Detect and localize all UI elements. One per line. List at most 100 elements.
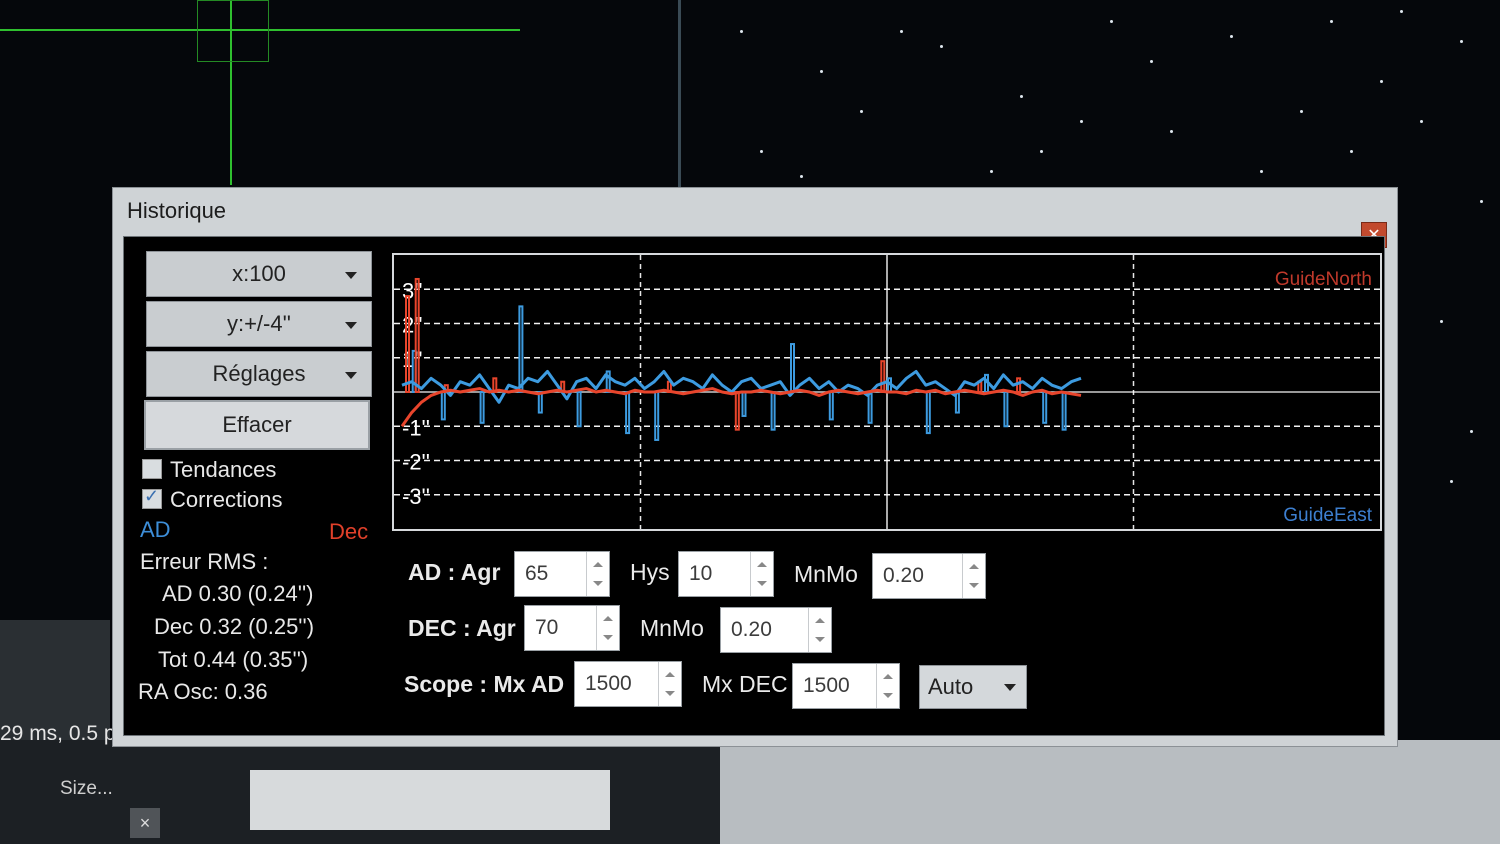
trends-checkbox[interactable]: [142, 459, 162, 479]
dec-guide-mode-select[interactable]: Auto: [919, 665, 1027, 709]
dec-min-move-value: 0.20: [731, 618, 772, 641]
guide-history-graph: 3'' 2'' 1'' -1'' -2'' -3'' GuideNorth GuideEast: [392, 253, 1382, 531]
spinner-arrows-icon[interactable]: [876, 664, 899, 708]
y-tick-label: -3'': [402, 484, 430, 509]
star: [860, 110, 863, 113]
star: [1350, 150, 1353, 153]
y-scale-dropdown[interactable]: y:+/-4'': [146, 301, 372, 347]
dec-correction-bar: [405, 295, 410, 393]
ra-min-move-value: 0.20: [883, 564, 924, 587]
background-size-label: Size...: [60, 778, 113, 799]
background-close-button[interactable]: ×: [130, 808, 160, 838]
max-ra-duration-spinner[interactable]: 1500: [574, 661, 682, 707]
corrections-label: Corrections: [170, 487, 283, 512]
hysteresis-value: 10: [689, 562, 713, 585]
x-scale-dropdown[interactable]: x:100: [146, 251, 372, 297]
max-dec-duration-value: 1500: [803, 674, 850, 697]
ra-correction-bar: [518, 305, 524, 393]
star: [1480, 200, 1483, 203]
chevron-down-icon: [345, 272, 357, 279]
settings-dropdown[interactable]: Réglages: [146, 351, 372, 397]
ra-correction-bar: [440, 391, 446, 421]
ra-correction-bar: [654, 391, 660, 441]
scope-max-ra-label: Scope : Mx AD: [404, 671, 565, 697]
star: [1470, 430, 1473, 433]
ra-correction-bar: [1042, 391, 1048, 424]
dec-guide-mode-value: Auto: [928, 674, 974, 699]
star: [1170, 130, 1173, 133]
legend-dec: Dec: [329, 519, 369, 544]
star: [1150, 60, 1153, 63]
legend-ra: AD: [140, 517, 171, 542]
ra-correction-bar: [1061, 391, 1067, 431]
chevron-down-icon: [345, 372, 357, 379]
star: [990, 170, 993, 173]
trends-label: Tendances: [170, 457, 277, 482]
dec-aggressiveness-label: DEC : Agr: [408, 615, 516, 641]
hysteresis-spinner[interactable]: 10: [678, 551, 774, 597]
spinner-arrows-icon[interactable]: [750, 552, 773, 596]
background-status-text: 29 ms, 0.5 px: [0, 722, 127, 745]
spinner-arrows-icon[interactable]: [658, 662, 681, 706]
x-scale-value: x:100: [232, 261, 286, 286]
star: [1330, 20, 1333, 23]
ra-correction-bar: [828, 391, 834, 421]
star: [740, 30, 743, 33]
background-divider: [678, 0, 681, 195]
star: [1450, 480, 1453, 483]
clear-button[interactable]: Effacer: [144, 400, 370, 450]
star: [1110, 20, 1113, 23]
rms-total: Tot 0.44 (0.35''): [158, 647, 309, 672]
ra-correction-bar: [790, 343, 795, 394]
y-scale-value: y:+/-4'': [226, 311, 292, 336]
dec-correction-bar: [734, 391, 740, 431]
dialog-title: Historique: [127, 198, 227, 223]
ra-correction-bar: [867, 391, 873, 424]
spinner-arrows-icon[interactable]: [808, 608, 831, 652]
dialog-client-area: x:100 y:+/-4'' Réglages Effacer Tendance…: [123, 236, 1385, 736]
max-dec-duration-spinner[interactable]: 1500: [792, 663, 900, 709]
chevron-down-icon: [345, 322, 357, 329]
ra-min-move-label: MnMo: [794, 561, 858, 587]
spinner-arrows-icon[interactable]: [586, 552, 609, 596]
ra-min-move-spinner[interactable]: 0.20: [872, 553, 986, 599]
spinner-arrows-icon[interactable]: [962, 554, 985, 598]
y-tick-label: -2'': [402, 450, 430, 475]
star: [1400, 10, 1403, 13]
guide-east-label: GuideEast: [1283, 505, 1372, 526]
star: [1080, 120, 1083, 123]
spinner-arrows-icon[interactable]: [596, 606, 619, 650]
dec-correction-bar: [880, 360, 886, 394]
corrections-checkbox-row[interactable]: Corrections: [142, 486, 283, 513]
rms-ra: AD 0.30 (0.24''): [162, 581, 314, 606]
star: [1260, 170, 1263, 173]
dec-min-move-spinner[interactable]: 0.20: [720, 607, 832, 653]
star: [1230, 35, 1233, 38]
star: [940, 45, 943, 48]
ra-aggressiveness-label: AD : Agr: [408, 559, 501, 585]
star: [800, 175, 803, 178]
corrections-checkbox[interactable]: [142, 486, 162, 509]
rms-dec: Dec 0.32 (0.25''): [154, 614, 315, 639]
ra-oscillation: RA Osc: 0.36: [138, 679, 268, 704]
star: [900, 30, 903, 33]
settings-label: Réglages: [212, 361, 306, 386]
star: [1460, 40, 1463, 43]
star: [1020, 95, 1023, 98]
trends-checkbox-row[interactable]: Tendances: [142, 457, 276, 483]
hysteresis-label: Hys: [630, 559, 670, 585]
dialog-titlebar[interactable]: Historique ✕: [113, 188, 1397, 248]
max-dec-label: Mx DEC: [702, 671, 788, 697]
background-subpanel: [250, 770, 610, 830]
max-ra-duration-value: 1500: [585, 672, 632, 695]
star: [1300, 110, 1303, 113]
star: [1380, 80, 1383, 83]
ra-aggressiveness-spinner[interactable]: 65: [514, 551, 610, 597]
dec-min-move-label: MnMo: [640, 615, 704, 641]
ra-correction-bar: [479, 391, 485, 424]
background-image-area: [660, 740, 1500, 844]
ra-correction-bar: [576, 391, 582, 428]
ra-correction-bar: [770, 391, 776, 431]
dec-aggressiveness-spinner[interactable]: 70: [524, 605, 620, 651]
ra-aggressiveness-value: 65: [525, 562, 549, 585]
